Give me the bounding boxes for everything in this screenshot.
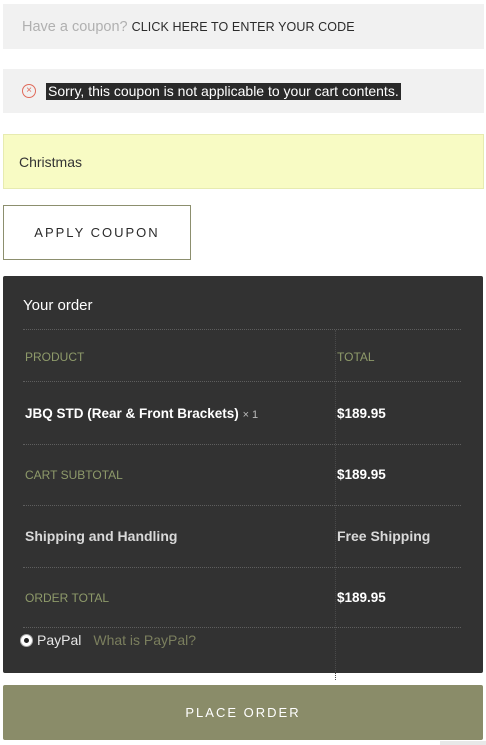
shipping-value: Free Shipping <box>337 528 431 544</box>
divider <box>23 329 461 330</box>
what-is-paypal-link[interactable]: What is PayPal? <box>93 632 196 648</box>
apply-coupon-button[interactable]: APPLY COUPON <box>3 205 191 260</box>
cart-subtotal-value: $189.95 <box>337 467 386 482</box>
divider <box>23 381 461 382</box>
shipping-label: Shipping and Handling <box>25 528 178 544</box>
cart-subtotal-label: CART SUBTOTAL <box>25 468 123 482</box>
coupon-prompt: Have a coupon? <box>22 18 128 35</box>
order-summary-panel: Your order PRODUCT TOTAL JBQ STD (Rear &… <box>3 276 483 680</box>
paypal-label[interactable]: PayPal <box>37 632 81 648</box>
scroll-corner-tab <box>440 741 486 745</box>
order-item-name: JBQ STD (Rear & Front Brackets) × 1 <box>25 406 258 421</box>
header-total: TOTAL <box>337 350 375 364</box>
order-total-label: ORDER TOTAL <box>25 591 110 605</box>
radio-selected-dot <box>24 637 29 643</box>
divider <box>23 444 461 445</box>
coupon-notice: Have a coupon? CLICK HERE TO ENTER YOUR … <box>3 4 484 49</box>
divider <box>23 627 461 628</box>
product-name: JBQ STD (Rear & Front Brackets) <box>25 406 239 421</box>
order-title: Your order <box>23 297 93 314</box>
place-order-button[interactable]: PLACE ORDER <box>3 685 483 740</box>
enter-coupon-link[interactable]: CLICK HERE TO ENTER YOUR CODE <box>132 20 355 34</box>
header-product: PRODUCT <box>25 350 85 364</box>
error-message: Sorry, this coupon is not applicable to … <box>46 82 401 100</box>
divider <box>23 505 461 506</box>
payment-method-paypal[interactable]: PayPal What is PayPal? <box>20 632 196 648</box>
coupon-code-input[interactable]: Christmas <box>3 134 484 189</box>
order-total-value: $189.95 <box>337 590 386 605</box>
order-item-total: $189.95 <box>337 406 386 421</box>
product-quantity: × 1 <box>242 409 259 421</box>
error-circle-icon: × <box>22 84 36 98</box>
paypal-radio[interactable] <box>20 633 33 647</box>
coupon-error-notice: × Sorry, this coupon is not applicable t… <box>3 69 484 113</box>
divider <box>23 567 461 568</box>
